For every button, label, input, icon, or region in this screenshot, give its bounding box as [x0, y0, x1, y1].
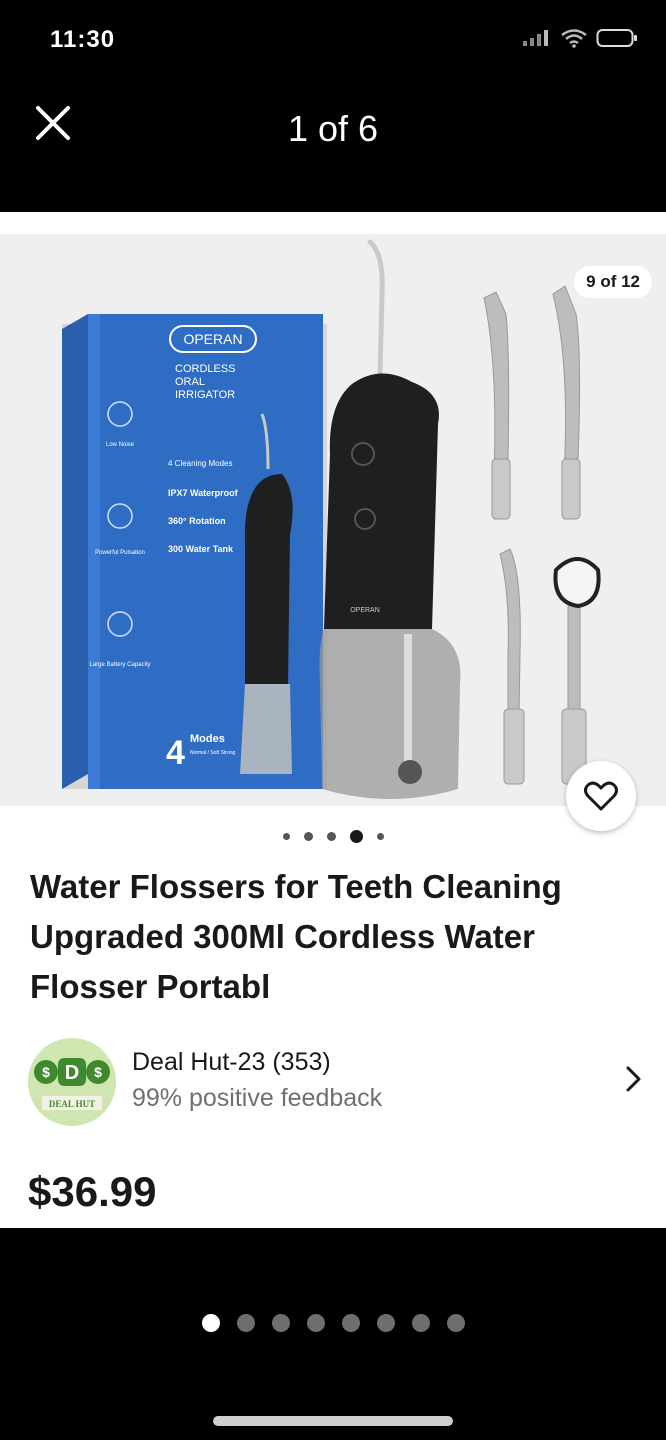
- carousel-dot[interactable]: [326, 832, 336, 841]
- listing-screenshot: OPERAN CORDLESS ORAL IRRIGATOR 4 Cleanin…: [0, 212, 666, 1228]
- viewer-counter: 1 of 6: [287, 108, 379, 149]
- carousel-dot[interactable]: [376, 833, 384, 840]
- viewer-header: 1 of 6: [0, 80, 666, 190]
- pager-dot-active[interactable]: [201, 1314, 220, 1332]
- pager-dot[interactable]: [341, 1314, 360, 1332]
- battery-icon: [596, 29, 637, 47]
- box-modes-number: 4: [166, 734, 185, 772]
- pager-dot[interactable]: [236, 1314, 255, 1332]
- svg-text:D: D: [65, 1062, 79, 1084]
- seller-name: Deal Hut-23 (353): [132, 1048, 331, 1076]
- pager-dot[interactable]: [306, 1314, 325, 1332]
- box-side3: Large Battery Capacity: [89, 662, 150, 668]
- carousel-dot[interactable]: [303, 832, 313, 841]
- image-carousel-dots: [0, 830, 666, 843]
- seller-logo-text: DEAL HUT: [49, 1099, 95, 1109]
- flosser-device: [324, 373, 439, 629]
- pager-dot[interactable]: [271, 1314, 290, 1332]
- box-line1: CORDLESS: [175, 363, 236, 375]
- box-feature1: 4 Cleaning Modes: [168, 459, 232, 468]
- heart-icon: [584, 781, 618, 811]
- box-modes-sub: Normal / Soft Strong: [190, 750, 236, 756]
- box-feature2: IPX7 Waterproof: [168, 488, 239, 498]
- product-title: Water Flossers for Teeth Cleaning Upgrad…: [30, 868, 562, 1005]
- product-price: $36.99: [28, 1168, 157, 1215]
- box-modes-label: Modes: [190, 733, 225, 745]
- seller-feedback: 99% positive feedback: [132, 1084, 383, 1112]
- chevron-right-icon: [626, 1066, 641, 1092]
- carousel-dot[interactable]: [282, 833, 290, 840]
- wifi-icon: [561, 29, 587, 48]
- status-bar: 11:30: [0, 0, 666, 80]
- image-counter: 9 of 12: [574, 266, 652, 298]
- home-indicator[interactable]: [213, 1416, 453, 1426]
- box-brand: OPERAN: [183, 331, 242, 347]
- box-side2: Powerful Pulsation: [95, 550, 145, 556]
- seller-logo: $ D $ DEAL HUT: [28, 1038, 116, 1126]
- wishlist-button[interactable]: [566, 761, 636, 831]
- box-line3: IRRIGATOR: [175, 389, 235, 401]
- box-feature4: 300 Water Tank: [168, 544, 234, 554]
- status-time: 11:30: [50, 26, 116, 53]
- signal-icon: [523, 30, 548, 46]
- pager-dot[interactable]: [446, 1314, 465, 1332]
- carousel-dot-active[interactable]: [349, 830, 363, 843]
- pager-dot[interactable]: [376, 1314, 395, 1332]
- box-feature3: 360° Rotation: [168, 516, 226, 526]
- pager-dot[interactable]: [411, 1314, 430, 1332]
- seller-info[interactable]: $ D $ DEAL HUT Deal Hut-23 (353) 99% pos…: [28, 1034, 644, 1126]
- box-line2: ORAL: [175, 376, 205, 388]
- device-brand: OPERAN: [350, 607, 380, 614]
- viewer-pager: [0, 1314, 666, 1332]
- status-icons: [522, 28, 638, 48]
- product-image[interactable]: OPERAN CORDLESS ORAL IRRIGATOR 4 Cleanin…: [0, 234, 666, 806]
- svg-text:$: $: [42, 1064, 50, 1080]
- box-side1: Low Noise: [106, 442, 135, 448]
- product-photo: OPERAN CORDLESS ORAL IRRIGATOR 4 Cleanin…: [62, 239, 601, 799]
- svg-text:$: $: [94, 1064, 102, 1080]
